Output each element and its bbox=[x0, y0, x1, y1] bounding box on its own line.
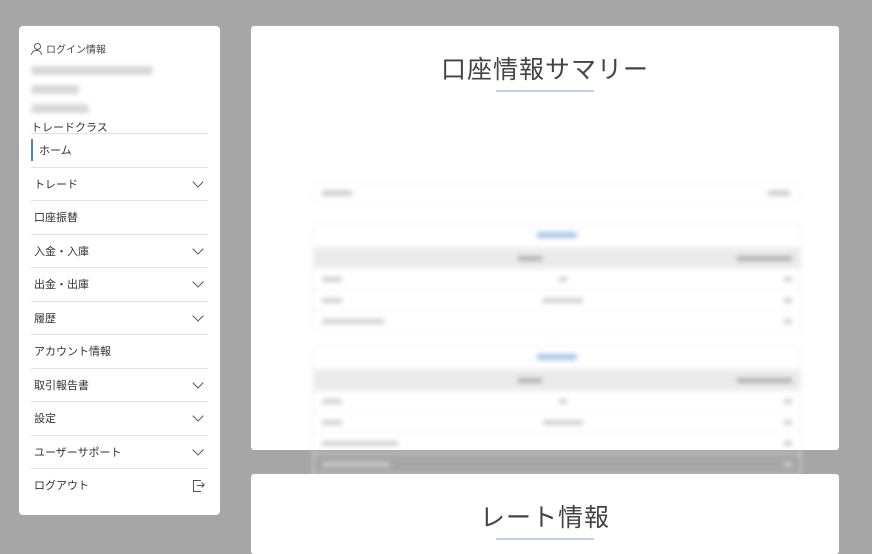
chevron-down-icon bbox=[192, 410, 204, 422]
sidebar-item-trade-reports[interactable]: 取引報告書 bbox=[31, 367, 208, 402]
login-info-title: ログイン情報 bbox=[31, 41, 208, 56]
active-indicator bbox=[31, 139, 33, 162]
rate-info-card: レート情報 bbox=[251, 474, 839, 554]
sidebar-item-account-info[interactable]: アカウント情報 bbox=[31, 334, 208, 368]
sidebar-item-label: 口座振替 bbox=[34, 211, 78, 225]
sidebar: ログイン情報 トレードクラス ホーム トレード 口座振替 入金・入庫 出金・出庫… bbox=[19, 26, 220, 515]
redacted-email bbox=[31, 66, 153, 75]
sidebar-item-label: ホーム bbox=[39, 144, 72, 158]
sidebar-item-label: 入金・入庫 bbox=[34, 244, 89, 258]
redacted-table-row bbox=[314, 390, 800, 411]
redacted-table-row bbox=[314, 432, 800, 453]
sidebar-item-account-transfer[interactable]: 口座振替 bbox=[31, 200, 208, 234]
redacted-table-1 bbox=[313, 224, 801, 332]
redacted-table-row bbox=[314, 289, 800, 310]
sidebar-item-support[interactable]: ユーザーサポート bbox=[31, 434, 208, 469]
account-summary-card: 口座情報サマリー bbox=[251, 26, 839, 496]
sidebar-item-label: 設定 bbox=[34, 412, 56, 426]
sidebar-item-home[interactable]: ホーム bbox=[31, 133, 208, 167]
sidebar-item-settings[interactable]: 設定 bbox=[31, 401, 208, 435]
sidebar-item-label: ユーザーサポート bbox=[34, 445, 122, 459]
section-title: レート情報 bbox=[479, 503, 610, 532]
redacted-table-row bbox=[314, 411, 800, 432]
redacted-table-row bbox=[314, 310, 800, 331]
sidebar-item-label: アカウント情報 bbox=[34, 345, 111, 359]
logout-icon-arrow bbox=[197, 484, 204, 486]
title-underline bbox=[496, 90, 594, 92]
sidebar-item-history[interactable]: 履歴 bbox=[31, 300, 208, 335]
login-info: ログイン情報 トレードクラス bbox=[31, 26, 208, 134]
chevron-down-icon bbox=[192, 176, 204, 188]
chevron-down-icon bbox=[192, 276, 204, 288]
sidebar-item-deposit[interactable]: 入金・入庫 bbox=[31, 233, 208, 268]
redacted-table-row bbox=[314, 268, 800, 289]
redacted-name bbox=[31, 104, 89, 113]
user-icon bbox=[31, 43, 42, 55]
sidebar-item-label: トレード bbox=[34, 177, 78, 191]
redacted-text bbox=[768, 190, 790, 196]
chevron-down-icon bbox=[192, 377, 204, 389]
chevron-down-icon bbox=[192, 444, 204, 456]
redacted-account-row bbox=[313, 182, 799, 204]
redacted-table-head bbox=[314, 247, 800, 268]
sidebar-item-trade[interactable]: トレード bbox=[31, 166, 208, 201]
sidebar-item-label: 履歴 bbox=[34, 311, 56, 325]
login-info-label: ログイン情報 bbox=[46, 45, 106, 56]
sidebar-item-logout[interactable]: ログアウト bbox=[31, 468, 208, 502]
redacted-text bbox=[322, 190, 352, 196]
sidebar-item-label: 出金・出庫 bbox=[34, 278, 89, 292]
redacted-id bbox=[31, 85, 79, 94]
chevron-down-icon bbox=[192, 243, 204, 255]
chevron-down-icon bbox=[192, 310, 204, 322]
redacted-table-row bbox=[314, 453, 800, 474]
sidebar-item-label: 取引報告書 bbox=[34, 378, 89, 392]
redacted-table-head bbox=[314, 369, 800, 390]
logout-icon bbox=[193, 479, 204, 492]
page-title: 口座情報サマリー bbox=[440, 55, 649, 84]
sidebar-item-home-inner: ホーム bbox=[31, 139, 72, 162]
redacted-table-title bbox=[314, 225, 800, 247]
redacted-table-title bbox=[314, 347, 800, 369]
sidebar-item-withdrawal[interactable]: 出金・出庫 bbox=[31, 267, 208, 301]
sidebar-item-label: ログアウト bbox=[34, 479, 89, 493]
